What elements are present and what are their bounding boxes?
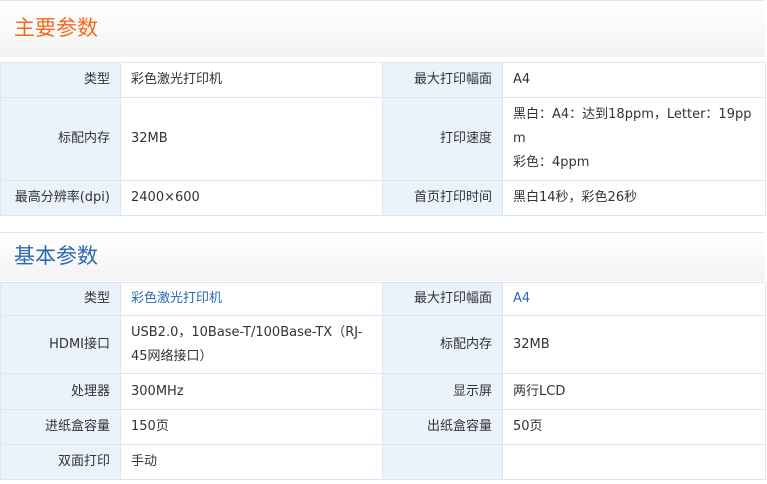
- section-gap: [0, 216, 765, 232]
- main-params-title: 主要参数: [14, 16, 98, 40]
- spec-label: 处理器: [0, 373, 121, 410]
- basic-params-table: 类型 彩色激光打印机 最大打印幅面 A4 HDMI接口 USB2.0，10Bas…: [0, 282, 766, 480]
- table-row: 双面打印 手动: [0, 444, 766, 480]
- spec-value-link[interactable]: 彩色激光打印机: [120, 282, 383, 316]
- table-row: 类型 彩色激光打印机 最大打印幅面 A4: [0, 62, 766, 98]
- spec-label: 显示屏: [382, 373, 503, 410]
- table-row: HDMI接口 USB2.0，10Base-T/100Base-TX（RJ- 45…: [0, 315, 766, 374]
- spec-label: 类型: [0, 282, 121, 316]
- spec-label: 最高分辨率(dpi): [0, 180, 121, 216]
- spec-label: 标配内存: [382, 315, 503, 374]
- spec-label: 首页打印时间: [382, 180, 503, 216]
- spec-value: 2400×600: [120, 180, 383, 216]
- print-speed-line: 彩色：4ppm: [513, 155, 590, 170]
- spec-label: 打印速度: [382, 97, 503, 181]
- spec-label: HDMI接口: [0, 315, 121, 374]
- basic-params-title: 基本参数: [14, 244, 98, 268]
- spec-value: 手动: [120, 444, 383, 480]
- spec-value-link[interactable]: A4: [502, 282, 766, 316]
- table-row: 类型 彩色激光打印机 最大打印幅面 A4: [0, 282, 766, 316]
- spec-value: 32MB: [502, 315, 766, 374]
- spec-label: 出纸盒容量: [382, 409, 503, 445]
- print-speed-line: m: [513, 131, 526, 146]
- interface-line: USB2.0，10Base-T/100Base-TX（RJ-: [131, 324, 363, 340]
- spec-label: 类型: [0, 62, 121, 98]
- spec-value: 32MB: [120, 97, 383, 181]
- spec-value-multiline: USB2.0，10Base-T/100Base-TX（RJ- 45网络接口）: [120, 315, 383, 374]
- main-params-header: 主要参数: [0, 0, 765, 57]
- table-row: 最高分辨率(dpi) 2400×600 首页打印时间 黑白14秒，彩色26秒: [0, 180, 766, 216]
- spec-label: 最大打印幅面: [382, 62, 503, 98]
- table-row: 进纸盒容量 150页 出纸盒容量 50页: [0, 409, 766, 445]
- print-speed-line: 黑白：A4：达到18ppm，Letter：19pp: [513, 107, 752, 122]
- spec-label: 进纸盒容量: [0, 409, 121, 445]
- spec-value: 50页: [502, 409, 766, 445]
- spec-label: 最大打印幅面: [382, 282, 503, 316]
- table-row: 标配内存 32MB 打印速度 黑白：A4：达到18ppm，Letter：19pp…: [0, 97, 766, 181]
- table-row: 处理器 300MHz 显示屏 两行LCD: [0, 373, 766, 410]
- spec-label: 双面打印: [0, 444, 121, 480]
- spec-value: 两行LCD: [502, 373, 766, 410]
- spec-value: 150页: [120, 409, 383, 445]
- basic-params-header: 基本参数: [0, 232, 765, 281]
- spec-label: [382, 444, 503, 480]
- spec-value: 300MHz: [120, 373, 383, 410]
- spec-value: [502, 444, 766, 480]
- interface-line: 45网络接口）: [131, 348, 213, 364]
- spec-value: A4: [502, 62, 766, 98]
- spec-value: 黑白14秒，彩色26秒: [502, 180, 766, 216]
- spec-value: 彩色激光打印机: [120, 62, 383, 98]
- spec-label: 标配内存: [0, 97, 121, 181]
- spec-value-multiline: 黑白：A4：达到18ppm，Letter：19pp m 彩色：4ppm: [502, 97, 766, 181]
- main-params-table: 类型 彩色激光打印机 最大打印幅面 A4 标配内存 32MB 打印速度 黑白：A…: [0, 62, 766, 216]
